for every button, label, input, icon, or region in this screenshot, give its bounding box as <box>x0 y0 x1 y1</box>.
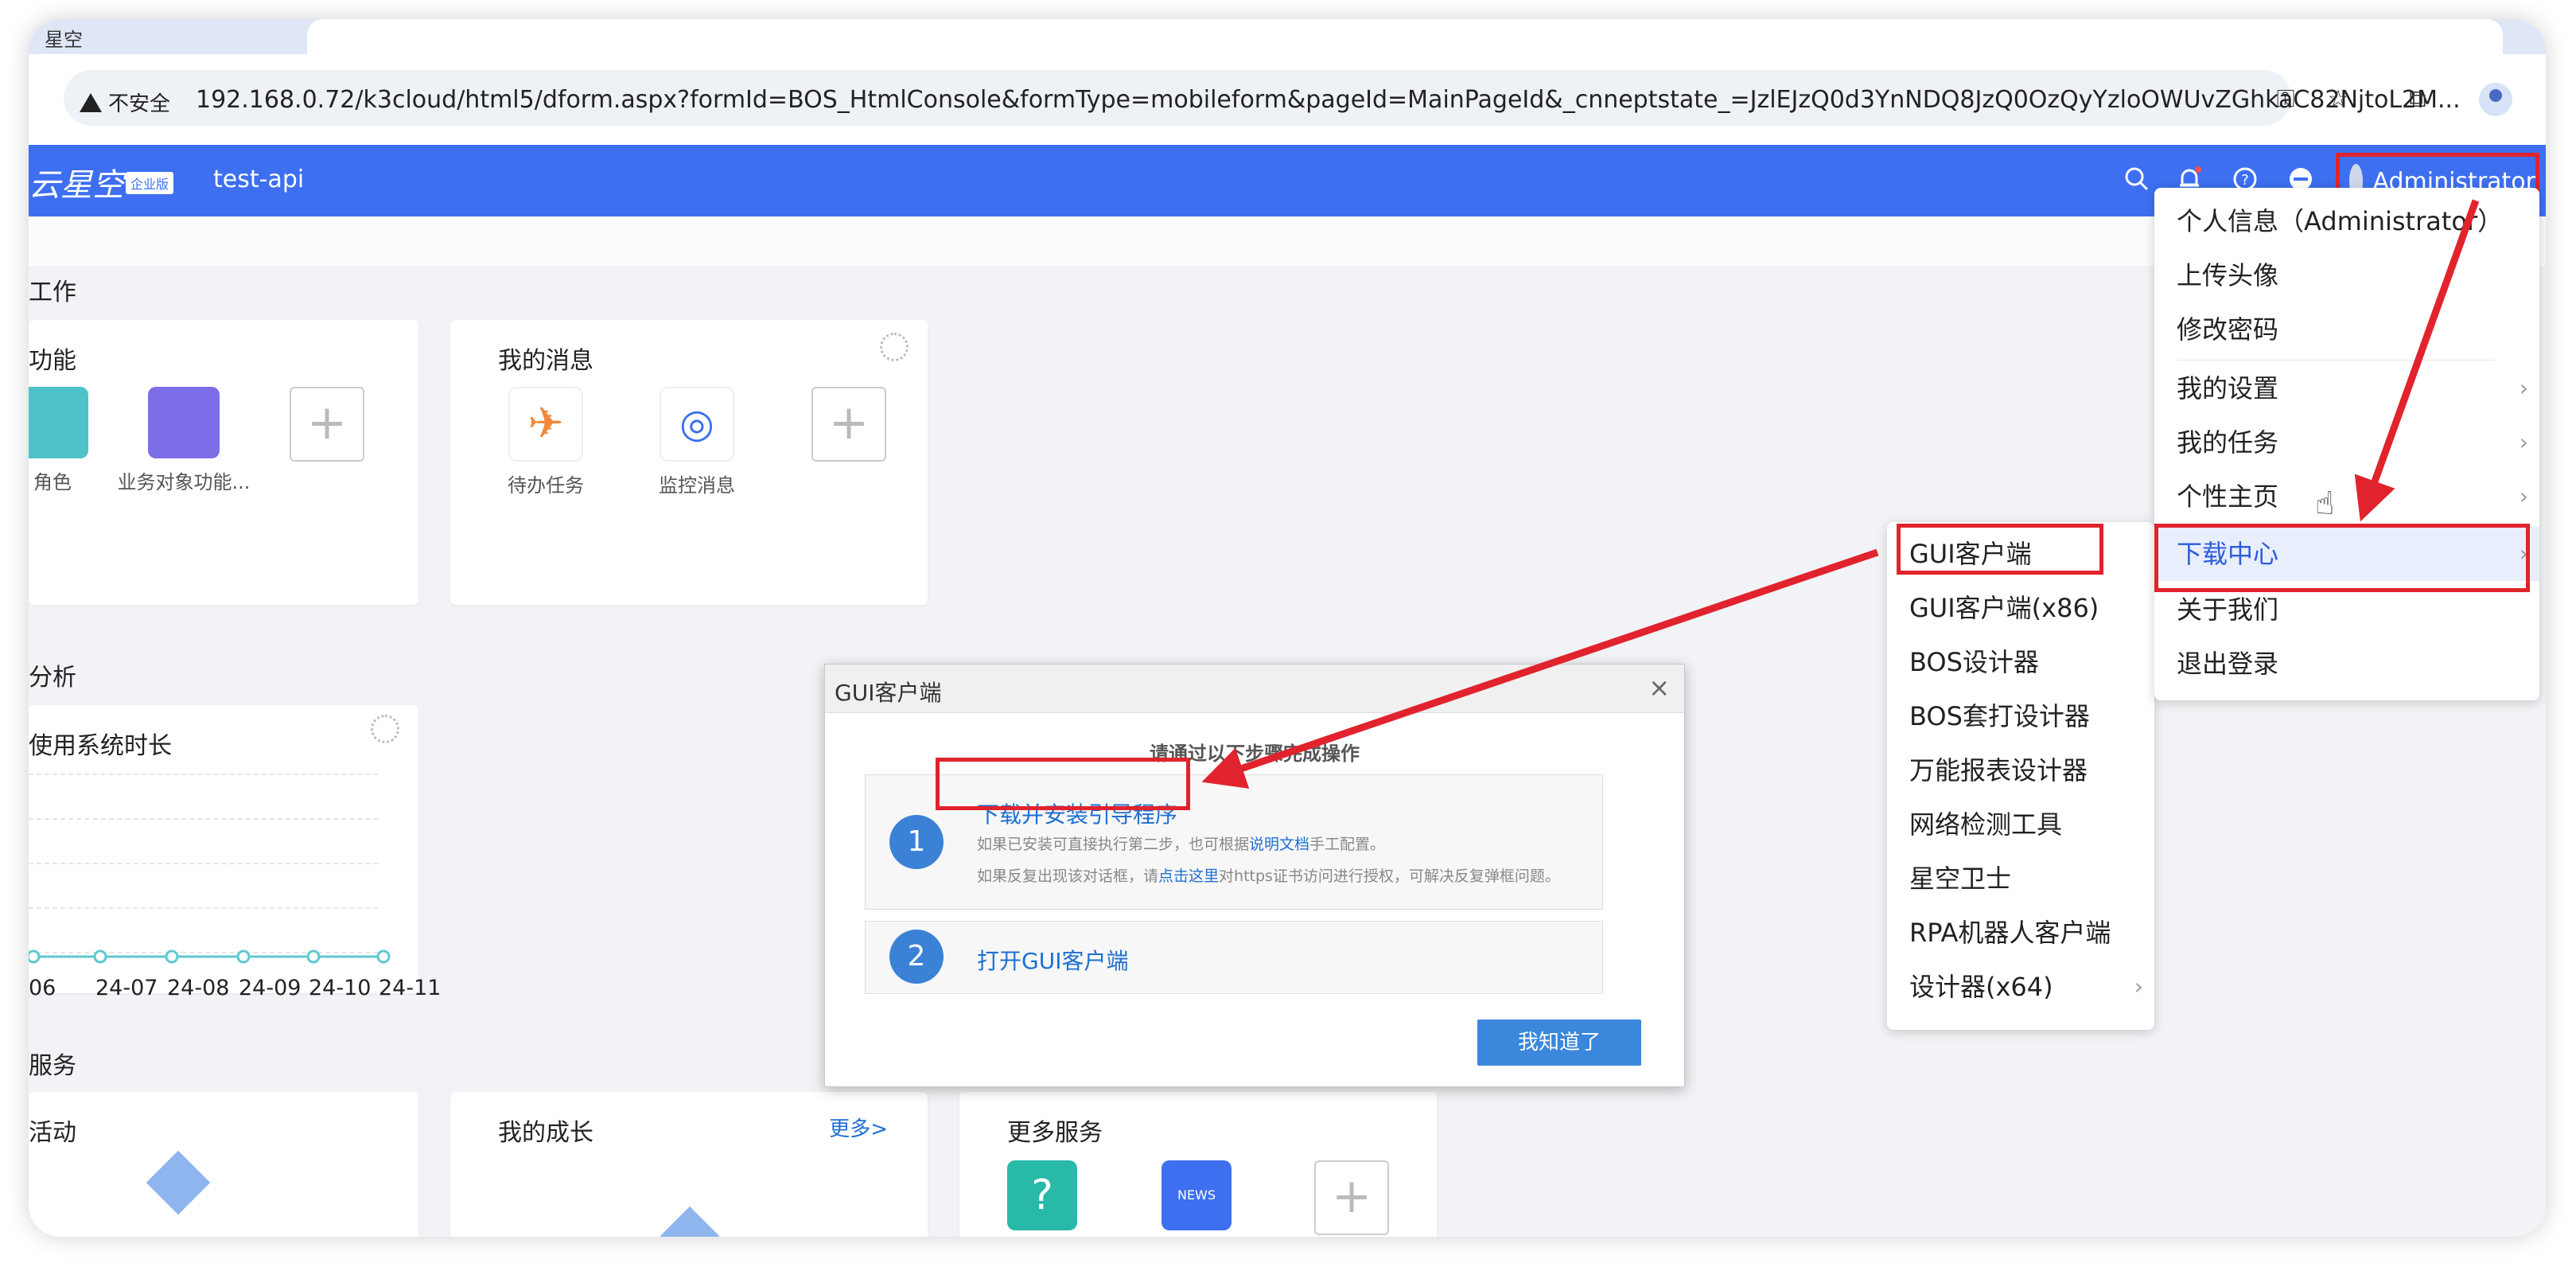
arrow-user-to-download <box>2354 199 2480 522</box>
annotation-arrows <box>1201 199 2480 789</box>
arrow-gui-to-dialog <box>1201 548 1879 789</box>
browser-window: 星空 不安全 192.168.0.72/k3cloud/html5/dform.… <box>29 19 2546 1237</box>
